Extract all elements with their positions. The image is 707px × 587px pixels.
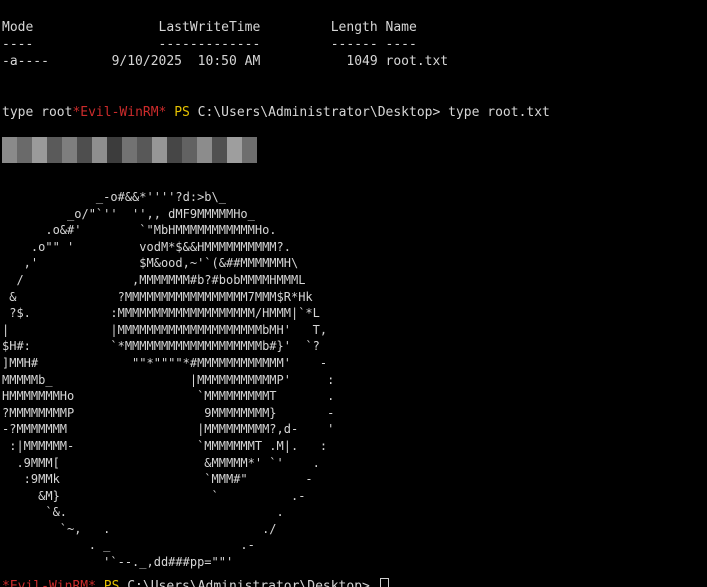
listing-row-root-txt: -a---- 9/10/2025 10:50 AM 1049 root.txt bbox=[2, 54, 449, 69]
typed-text: type root bbox=[2, 105, 73, 120]
redacted-pixel bbox=[122, 137, 137, 163]
redacted-flag bbox=[2, 137, 257, 163]
redacted-pixel bbox=[92, 137, 107, 163]
evil-winrm-label: *Evil-WinRM* bbox=[72, 105, 167, 120]
redacted-pixel bbox=[62, 137, 77, 163]
prompt-line-current[interactable]: *Evil-WinRM* PS C:\Users\Administrator\D… bbox=[2, 578, 389, 587]
redacted-pixel bbox=[182, 137, 197, 163]
ascii-art-logo: _-o#&&*''''?d:>b\_ _o/"`'' '',, dMF9MMMM… bbox=[2, 190, 335, 570]
terminal-window[interactable]: Mode LastWriteTime Length Name ---- ----… bbox=[0, 0, 707, 587]
cursor-block[interactable] bbox=[379, 578, 389, 587]
listing-header: Mode LastWriteTime Length Name bbox=[2, 20, 417, 35]
redacted-pixel bbox=[2, 137, 17, 163]
redacted-pixel bbox=[17, 137, 32, 163]
prompt-path: C:\Users\Administrator\Desktop> bbox=[119, 579, 378, 587]
redacted-pixel bbox=[152, 137, 167, 163]
prompt-path-command: C:\Users\Administrator\Desktop> type roo… bbox=[189, 105, 550, 120]
evil-winrm-label: *Evil-WinRM* bbox=[2, 579, 96, 587]
redacted-pixel bbox=[197, 137, 212, 163]
redacted-pixel bbox=[137, 137, 152, 163]
redacted-pixel bbox=[212, 137, 227, 163]
redacted-pixel bbox=[77, 137, 92, 163]
redacted-pixel bbox=[227, 137, 242, 163]
redacted-pixel bbox=[47, 137, 62, 163]
redacted-pixel bbox=[32, 137, 47, 163]
redacted-pixel bbox=[107, 137, 122, 163]
redacted-pixel bbox=[242, 137, 257, 163]
prompt-line-type-root: type root*Evil-WinRM* PS C:\Users\Admini… bbox=[2, 105, 550, 121]
redacted-pixel bbox=[167, 137, 182, 163]
ps-label: PS bbox=[103, 579, 120, 587]
listing-underline: ---- ------------- ------ ---- bbox=[2, 37, 417, 52]
ps-label: PS bbox=[174, 105, 190, 120]
